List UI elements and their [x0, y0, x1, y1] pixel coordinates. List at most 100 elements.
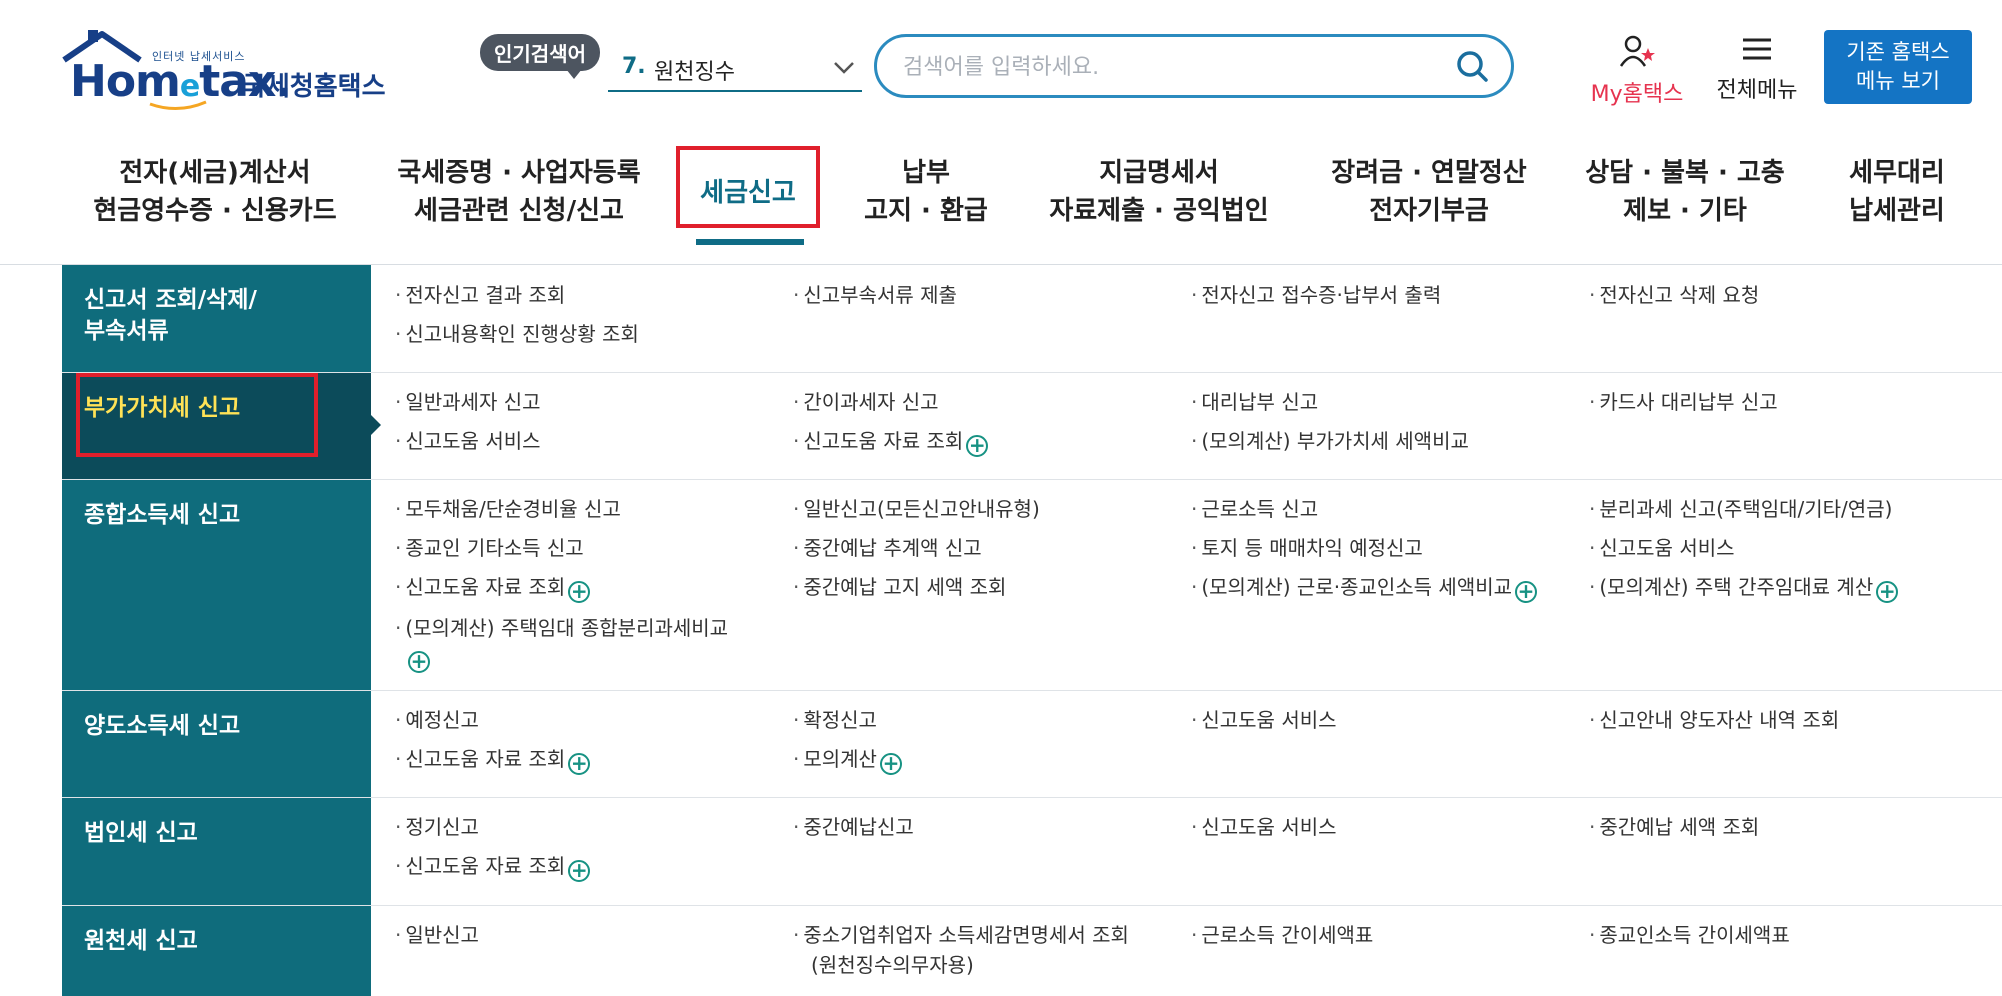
gnb-item-line2: 세금관련 신청/신고: [414, 196, 624, 226]
category-transfer[interactable]: 양도소득세 신고: [62, 691, 371, 797]
link-item-plus[interactable]: 신고도움 자료 조회+: [395, 851, 591, 882]
link-item[interactable]: 전자신고 삭제 요청: [1589, 280, 1759, 310]
link-text: (모의계산) 근로·종교인소득 세액비교: [1201, 575, 1513, 599]
link-item[interactable]: 신고부속서류 제출: [793, 280, 957, 310]
link-item[interactable]: 중간예납신고: [793, 812, 913, 842]
category-corporate[interactable]: 법인세 신고: [62, 798, 371, 905]
link-item[interactable]: 신고내용확인 진행상황 조회: [395, 319, 639, 349]
link-item[interactable]: 종교인 기타소득 신고: [395, 533, 583, 563]
link-item[interactable]: 일반신고(모든신고안내유형): [793, 494, 1039, 524]
link-item[interactable]: 중간예납 추계액 신고: [793, 533, 981, 563]
plus-circle-icon[interactable]: +: [1876, 581, 1899, 603]
gnb-item-line2: 납세관리: [1849, 196, 1945, 226]
link-item[interactable]: 일반신고: [395, 920, 479, 950]
gnb-item-incentive[interactable]: 장려금 · 연말정산전자기부금: [1316, 154, 1542, 230]
plus-circle-icon[interactable]: +: [879, 753, 902, 775]
link-item[interactable]: 분리과세 신고(주택임대/기타/연금): [1589, 494, 1892, 524]
category-label: 법인세 신고: [84, 820, 198, 846]
link-text: 모의계산: [803, 747, 877, 771]
highlight-box-tax-return: [676, 146, 820, 228]
link-item[interactable]: 정기신고: [395, 812, 479, 842]
link-item-plus[interactable]: (모의계산) 근로·종교인소득 세액비교+: [1191, 572, 1538, 603]
all-menu-button[interactable]: 전체메뉴: [1708, 34, 1806, 104]
link-item-plus[interactable]: 모의계산+: [793, 744, 902, 775]
link-item[interactable]: 모두채움/단순경비율 신고: [395, 494, 621, 524]
link-text: 신고도움 자료 조회: [405, 575, 566, 599]
gnb-item-consult[interactable]: 상담 · 불복 · 고충제보 · 기타: [1572, 154, 1798, 230]
gnb-item-line1: 상담 · 불복 · 고충: [1585, 158, 1785, 188]
plus-circle-icon[interactable]: +: [568, 753, 591, 775]
link-item[interactable]: 신고도움 서비스: [1589, 533, 1734, 563]
gnb-item-line1: 전자(세금)계산서: [119, 158, 311, 188]
category-inquiry[interactable]: 신고서 조회/삭제/부속서류: [62, 265, 371, 372]
popular-search-select[interactable]: 7. 원천징수: [608, 48, 862, 92]
gnb-item-einvoice[interactable]: 전자(세금)계산서 현금영수증 · 신용카드: [88, 154, 342, 230]
link-item[interactable]: 토지 등 매매차익 예정신고: [1191, 533, 1422, 563]
link-item[interactable]: 종교인소득 간이세액표: [1589, 920, 1789, 950]
plus-circle-icon[interactable]: +: [568, 581, 591, 603]
category-label: 종합소득세 신고: [84, 502, 241, 528]
link-item[interactable]: 대리납부 신고: [1191, 387, 1318, 417]
category-label: 양도소득세 신고: [84, 713, 241, 739]
category-label: 신고서 조회/삭제/부속서류: [84, 287, 257, 344]
submenu-row-inquiry: 신고서 조회/삭제/부속서류 전자신고 결과 조회 신고부속서류 제출 전자신고…: [62, 265, 2002, 373]
link-text: 신고도움 자료 조회: [405, 747, 566, 771]
gnb-item-line1: 장려금 · 연말정산: [1331, 158, 1527, 188]
link-item-plus[interactable]: (모의계산) 주택 간주임대료 계산+: [1589, 572, 1899, 603]
link-item[interactable]: 신고안내 양도자산 내역 조회: [1589, 705, 1839, 735]
link-item-extra[interactable]: (원천징수의무자용): [811, 950, 974, 980]
logo-word-e: e: [179, 69, 200, 104]
link-item-plus[interactable]: 신고도움 자료 조회+: [395, 572, 591, 603]
my-hometax-label: My홈택스: [1590, 82, 1684, 107]
active-arrow-icon: [371, 415, 381, 435]
link-text: (모의계산) 주택 간주임대료 계산: [1599, 575, 1874, 599]
link-item[interactable]: 중소기업취업자 소득세감면명세서 조회: [793, 920, 1129, 950]
popular-search-rank: 7.: [622, 54, 646, 79]
my-hometax-button[interactable]: My홈택스: [1582, 34, 1692, 108]
gnb-item-agent[interactable]: 세무대리납세관리: [1836, 154, 1958, 230]
submenu-panel: 신고서 조회/삭제/부속서류 전자신고 결과 조회 신고부속서류 제출 전자신고…: [62, 265, 2002, 996]
gnb-item-statement[interactable]: 지급명세서 자료제출 · 공익법인: [1046, 154, 1272, 230]
gnb-item-certificate[interactable]: 국세증명 · 사업자등록 세금관련 신청/신고: [392, 154, 646, 230]
link-item[interactable]: 확정신고: [793, 705, 877, 735]
link-item[interactable]: 전자신고 결과 조회: [395, 280, 565, 310]
active-tab-underline: [696, 239, 804, 245]
link-item[interactable]: 전자신고 접수증·납부서 출력: [1191, 280, 1441, 310]
logo-korean: 국세청홈택스: [242, 72, 386, 102]
gnb-item-line2: 전자기부금: [1369, 196, 1489, 226]
hometax-logo[interactable]: 인터넷 납세서비스 Hometax. 국세청홈택스: [62, 30, 392, 110]
link-item[interactable]: 근로소득 간이세액표: [1191, 920, 1373, 950]
gnb-item-payment[interactable]: 납부 고지 · 환급: [846, 154, 1006, 230]
category-withholding[interactable]: 원천세 신고: [62, 906, 371, 996]
highlight-box-vat: [76, 373, 318, 457]
search-input[interactable]: [901, 51, 1445, 83]
link-item[interactable]: 일반과세자 신고: [395, 387, 540, 417]
plus-circle-icon[interactable]: +: [408, 651, 430, 673]
link-item[interactable]: 간이과세자 신고: [793, 387, 938, 417]
link-item[interactable]: 신고도움 서비스: [1191, 812, 1336, 842]
link-item-plus[interactable]: 신고도움 자료 조회+: [793, 426, 989, 457]
link-item[interactable]: 신고도움 서비스: [1191, 705, 1336, 735]
link-item[interactable]: (모의계산) 부가가치세 세액비교: [1191, 426, 1469, 456]
hamburger-icon: [1743, 38, 1771, 60]
user-icon: [1619, 35, 1655, 67]
search-icon[interactable]: [1455, 49, 1489, 83]
link-item[interactable]: (모의계산) 주택임대 종합분리과세비교: [395, 613, 728, 643]
plus-circle-icon[interactable]: +: [568, 860, 591, 882]
link-item[interactable]: 중간예납 세액 조회: [1589, 812, 1759, 842]
gnb-item-line1: 세무대리: [1849, 158, 1945, 188]
all-menu-label: 전체메뉴: [1716, 78, 1798, 103]
popular-search-badge: 인기검색어: [480, 34, 600, 79]
old-hometax-menu-button[interactable]: 기존 홈택스 메뉴 보기: [1824, 30, 1972, 104]
gnb-item-line2: 제보 · 기타: [1623, 196, 1747, 226]
link-item-plus[interactable]: 신고도움 자료 조회+: [395, 744, 591, 775]
link-item[interactable]: 예정신고: [395, 705, 479, 735]
category-income[interactable]: 종합소득세 신고: [62, 480, 371, 690]
link-item[interactable]: 카드사 대리납부 신고: [1589, 387, 1777, 417]
link-item[interactable]: 중간예납 고지 세액 조회: [793, 572, 1006, 602]
link-item[interactable]: 근로소득 신고: [1191, 494, 1318, 524]
plus-circle-icon[interactable]: +: [1515, 581, 1538, 603]
plus-circle-icon[interactable]: +: [966, 435, 989, 457]
link-item[interactable]: 신고도움 서비스: [395, 426, 540, 456]
popular-search-term: 원천징수: [654, 60, 735, 85]
